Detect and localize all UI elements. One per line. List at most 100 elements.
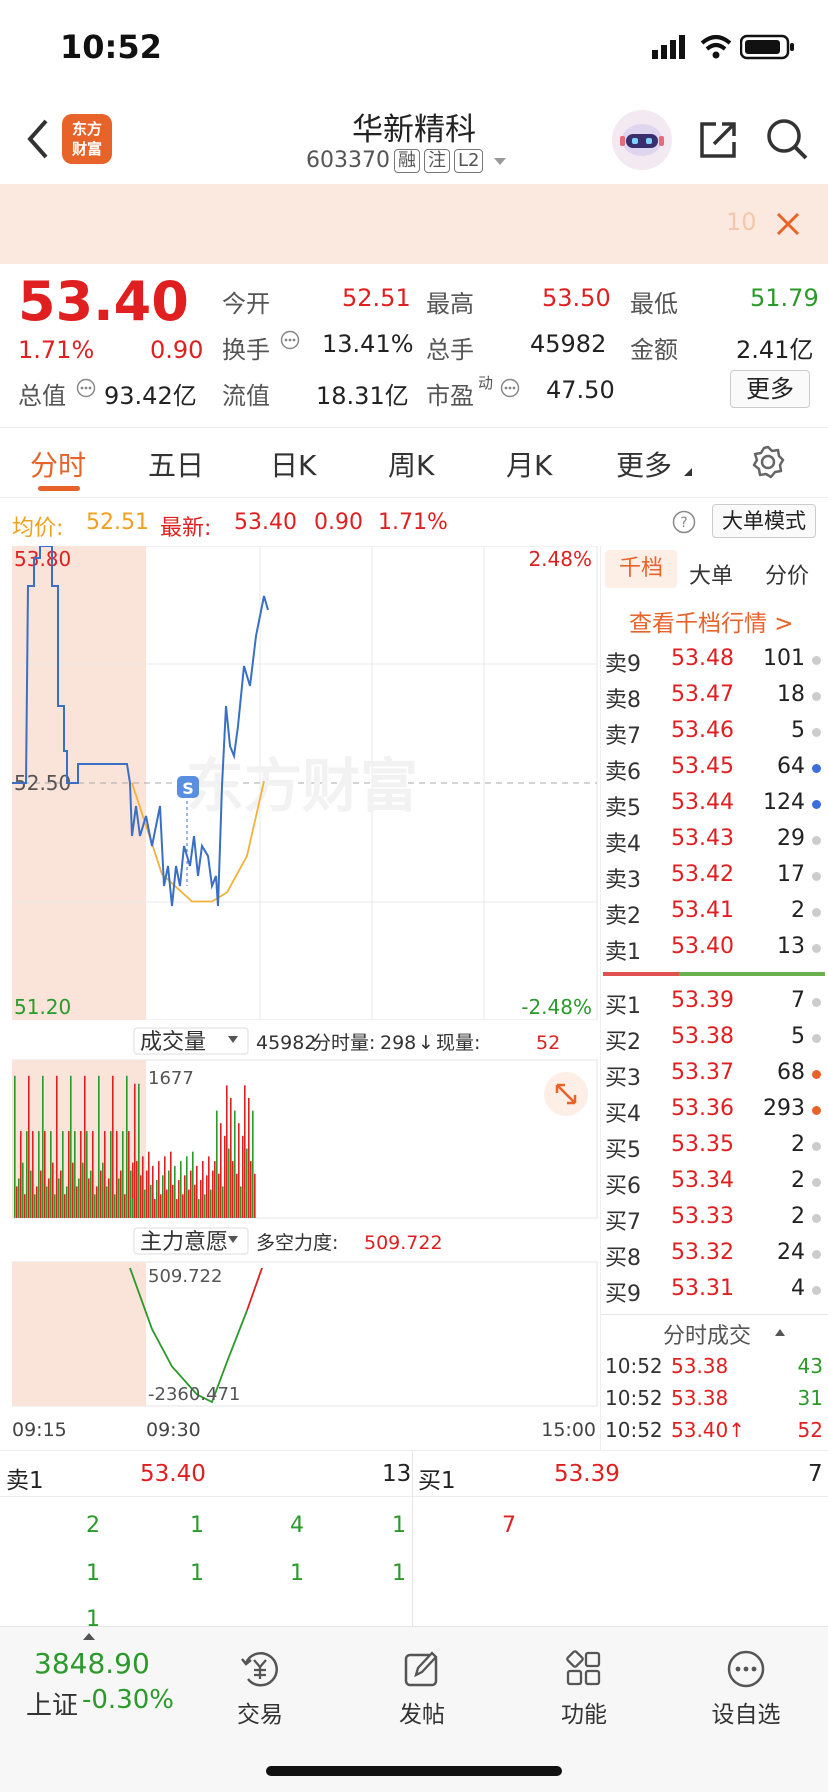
stock-header: 东方 财富 华新精科 603370 融 注 L2 — [0, 96, 828, 184]
bid-row[interactable]: 买8 53.32 24 — [601, 1240, 828, 1276]
bid-level: 买2 — [605, 1030, 641, 1055]
book-tab-depth[interactable]: 千档 — [605, 550, 677, 588]
bid-price: 53.37 — [671, 1060, 734, 1085]
ask-volume: 64 — [777, 754, 805, 779]
volume-bar — [78, 1178, 80, 1218]
volume-bar — [226, 1085, 228, 1218]
bid-dot — [812, 1286, 821, 1295]
volume-bar — [80, 1131, 82, 1218]
ask-volume: 13 — [777, 934, 805, 959]
ask-row[interactable]: 卖2 53.41 2 — [601, 898, 828, 934]
tab-monthly-k[interactable]: 月K — [506, 444, 552, 484]
force-preopen-shade — [12, 1262, 146, 1406]
volume-bar — [148, 1151, 150, 1218]
trade-row: 10:52 53.40↑ 52 — [601, 1418, 828, 1454]
help-icon[interactable]: ? — [672, 510, 696, 534]
status-bar: 10:52 — [0, 0, 828, 96]
bid-row[interactable]: 买5 53.35 2 — [601, 1132, 828, 1168]
caret-up-icon[interactable] — [82, 1631, 96, 1641]
ask-row[interactable]: 卖3 53.42 17 — [601, 862, 828, 898]
index-value[interactable]: 3848.90 — [34, 1647, 150, 1680]
force-label: 多空力度: — [256, 1232, 338, 1254]
bid-price: 53.32 — [671, 1240, 734, 1265]
strip-buy-price: 53.39 — [554, 1461, 620, 1487]
notice-banner[interactable]: 10 — [0, 184, 828, 264]
ask-row[interactable]: 卖5 53.44 124 — [601, 790, 828, 826]
tab-five-day[interactable]: 五日 — [148, 444, 204, 484]
volume-bar — [168, 1170, 170, 1218]
ask-row[interactable]: 卖1 53.40 13 — [601, 934, 828, 970]
info-dots-icon[interactable] — [76, 378, 96, 398]
nav-functions[interactable]: 功能 — [524, 1649, 644, 1729]
nav-add-watchlist[interactable]: 设自选 — [686, 1649, 806, 1729]
volume-bar — [130, 1170, 132, 1218]
volume-bar — [118, 1178, 120, 1218]
volume-bar — [166, 1189, 168, 1218]
tab-more[interactable]: 更多 — [616, 444, 672, 484]
volume-bar — [76, 1186, 78, 1218]
ask-row[interactable]: 卖9 53.48 101 — [601, 646, 828, 682]
banner-text: 10 — [726, 208, 757, 236]
ask-row[interactable]: 卖7 53.46 5 — [601, 718, 828, 754]
volume-bar — [68, 1131, 70, 1218]
ask-dot — [812, 872, 821, 881]
close-icon[interactable] — [774, 210, 802, 238]
pe-value: 47.50 — [546, 376, 615, 404]
strip-header — [0, 1451, 828, 1497]
strip-cell: 4 — [290, 1513, 304, 1538]
volume-label: 总手 — [426, 336, 474, 364]
bid-row[interactable]: 买3 53.37 68 — [601, 1060, 828, 1096]
assistant-avatar[interactable] — [612, 110, 672, 170]
bid-row[interactable]: 买6 53.34 2 — [601, 1168, 828, 1204]
bid-volume: 2 — [791, 1204, 805, 1229]
trades-header[interactable]: 分时成交 — [663, 1318, 751, 1350]
bid-price: 53.36 — [671, 1096, 734, 1121]
big-order-mode-button[interactable]: 大单模式 — [712, 504, 816, 538]
volume-bar — [174, 1165, 176, 1218]
volume-bar — [96, 1186, 98, 1218]
volume-bar — [48, 1178, 50, 1218]
book-tab-price[interactable]: 分价 — [765, 558, 809, 590]
depth-link[interactable]: 查看千档行情 > — [629, 604, 794, 638]
force-selector-label: 主力意愿 — [140, 1230, 228, 1255]
bid-dot — [812, 1106, 821, 1115]
bid-row[interactable]: 买9 53.31 4 — [601, 1276, 828, 1312]
volume-bar — [210, 1189, 212, 1218]
share-icon[interactable] — [696, 118, 740, 162]
amount-label: 金额 — [630, 336, 678, 364]
ask-row[interactable]: 卖4 53.43 29 — [601, 826, 828, 862]
more-button[interactable]: 更多 — [730, 370, 810, 408]
tab-intraday[interactable]: 分时 — [30, 444, 86, 484]
robot-icon — [620, 124, 664, 156]
nav-post[interactable]: 发帖 — [362, 1649, 482, 1729]
volume-bar — [242, 1135, 244, 1218]
volume-bar — [156, 1180, 158, 1218]
bid-level: 买3 — [605, 1066, 641, 1091]
bid-row[interactable]: 买1 53.39 7 — [601, 988, 828, 1024]
search-icon[interactable] — [764, 116, 810, 162]
volume-bar — [98, 1075, 100, 1218]
info-dots-icon[interactable] — [280, 330, 300, 350]
volume-bar — [128, 1131, 130, 1218]
strip-buy-cell: 7 — [502, 1513, 516, 1538]
ask-row[interactable]: 卖8 53.47 18 — [601, 682, 828, 718]
gear-icon[interactable] — [750, 444, 786, 480]
intraday-info: 均价: 52.51 最新: 53.40 0.90 1.71% ? 大单模式 — [0, 500, 828, 544]
bid-row[interactable]: 买7 53.33 2 — [601, 1204, 828, 1240]
volume-bar — [18, 1178, 20, 1218]
tab-daily-k[interactable]: 日K — [270, 444, 316, 484]
info-dots-icon[interactable] — [500, 378, 520, 398]
ask-row[interactable]: 卖6 53.45 64 — [601, 754, 828, 790]
price-bottom-label: 51.20 — [14, 995, 71, 1019]
book-tab-big[interactable]: 大单 — [689, 558, 733, 590]
bid-dot — [812, 1034, 821, 1043]
intraday-chart[interactable]: 东方财富 53.80 52.50 51.20 2.48% -2.48% S 成交… — [11, 545, 598, 1446]
volume-bar — [224, 1135, 226, 1218]
bid-volume: 4 — [791, 1276, 805, 1301]
bid-row[interactable]: 买2 53.38 5 — [601, 1024, 828, 1060]
strip-cell: 1 — [190, 1561, 204, 1586]
tab-weekly-k[interactable]: 周K — [388, 444, 434, 484]
stock-subline[interactable]: 603370 融 注 L2 — [306, 148, 513, 173]
bid-row[interactable]: 买4 53.36 293 — [601, 1096, 828, 1132]
nav-trade[interactable]: 交易 — [200, 1649, 320, 1729]
